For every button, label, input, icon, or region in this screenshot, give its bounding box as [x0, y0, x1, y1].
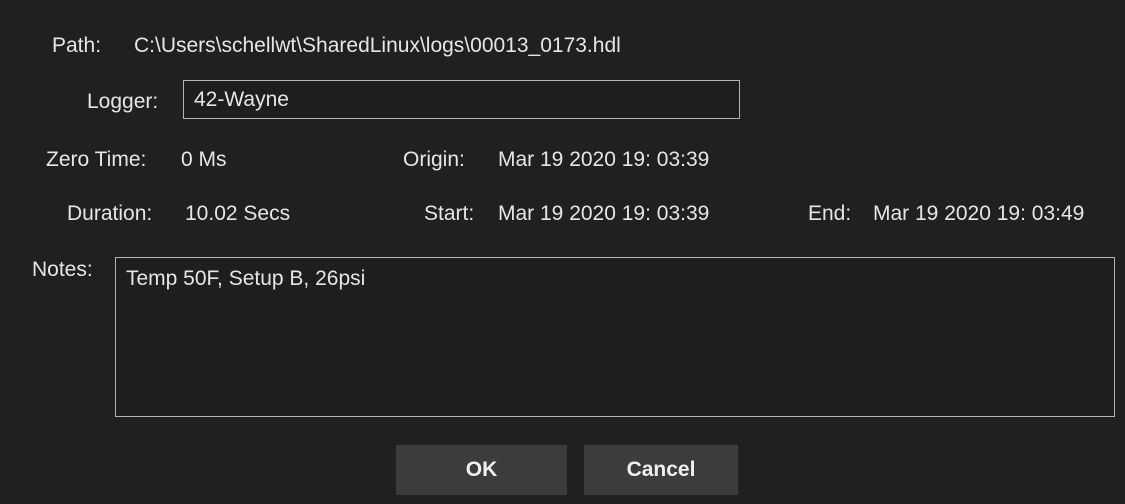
origin-value: Mar 19 2020 19: 03:39	[498, 148, 710, 171]
cancel-button[interactable]: Cancel	[584, 445, 738, 495]
start-value: Mar 19 2020 19: 03:39	[498, 202, 710, 225]
duration-value: 10.02 Secs	[185, 202, 291, 225]
log-info-dialog: Path: C:\Users\schellwt\SharedLinux\logs…	[0, 0, 1125, 504]
duration-label: Duration:	[67, 202, 153, 225]
zero-time-label: Zero Time:	[46, 148, 147, 171]
logger-label: Logger:	[87, 90, 159, 113]
path-label: Path:	[52, 34, 102, 57]
path-value: C:\Users\schellwt\SharedLinux\logs\00013…	[134, 34, 621, 57]
zero-time-value: 0 Ms	[181, 148, 227, 171]
ok-button[interactable]: OK	[396, 445, 567, 495]
end-value: Mar 19 2020 19: 03:49	[873, 202, 1085, 225]
origin-label: Origin:	[403, 148, 465, 171]
notes-textarea[interactable]: Temp 50F, Setup B, 26psi	[115, 257, 1115, 417]
start-label: Start:	[424, 202, 475, 225]
end-label: End:	[808, 202, 852, 225]
notes-label: Notes:	[32, 258, 93, 281]
logger-input[interactable]	[183, 80, 740, 119]
